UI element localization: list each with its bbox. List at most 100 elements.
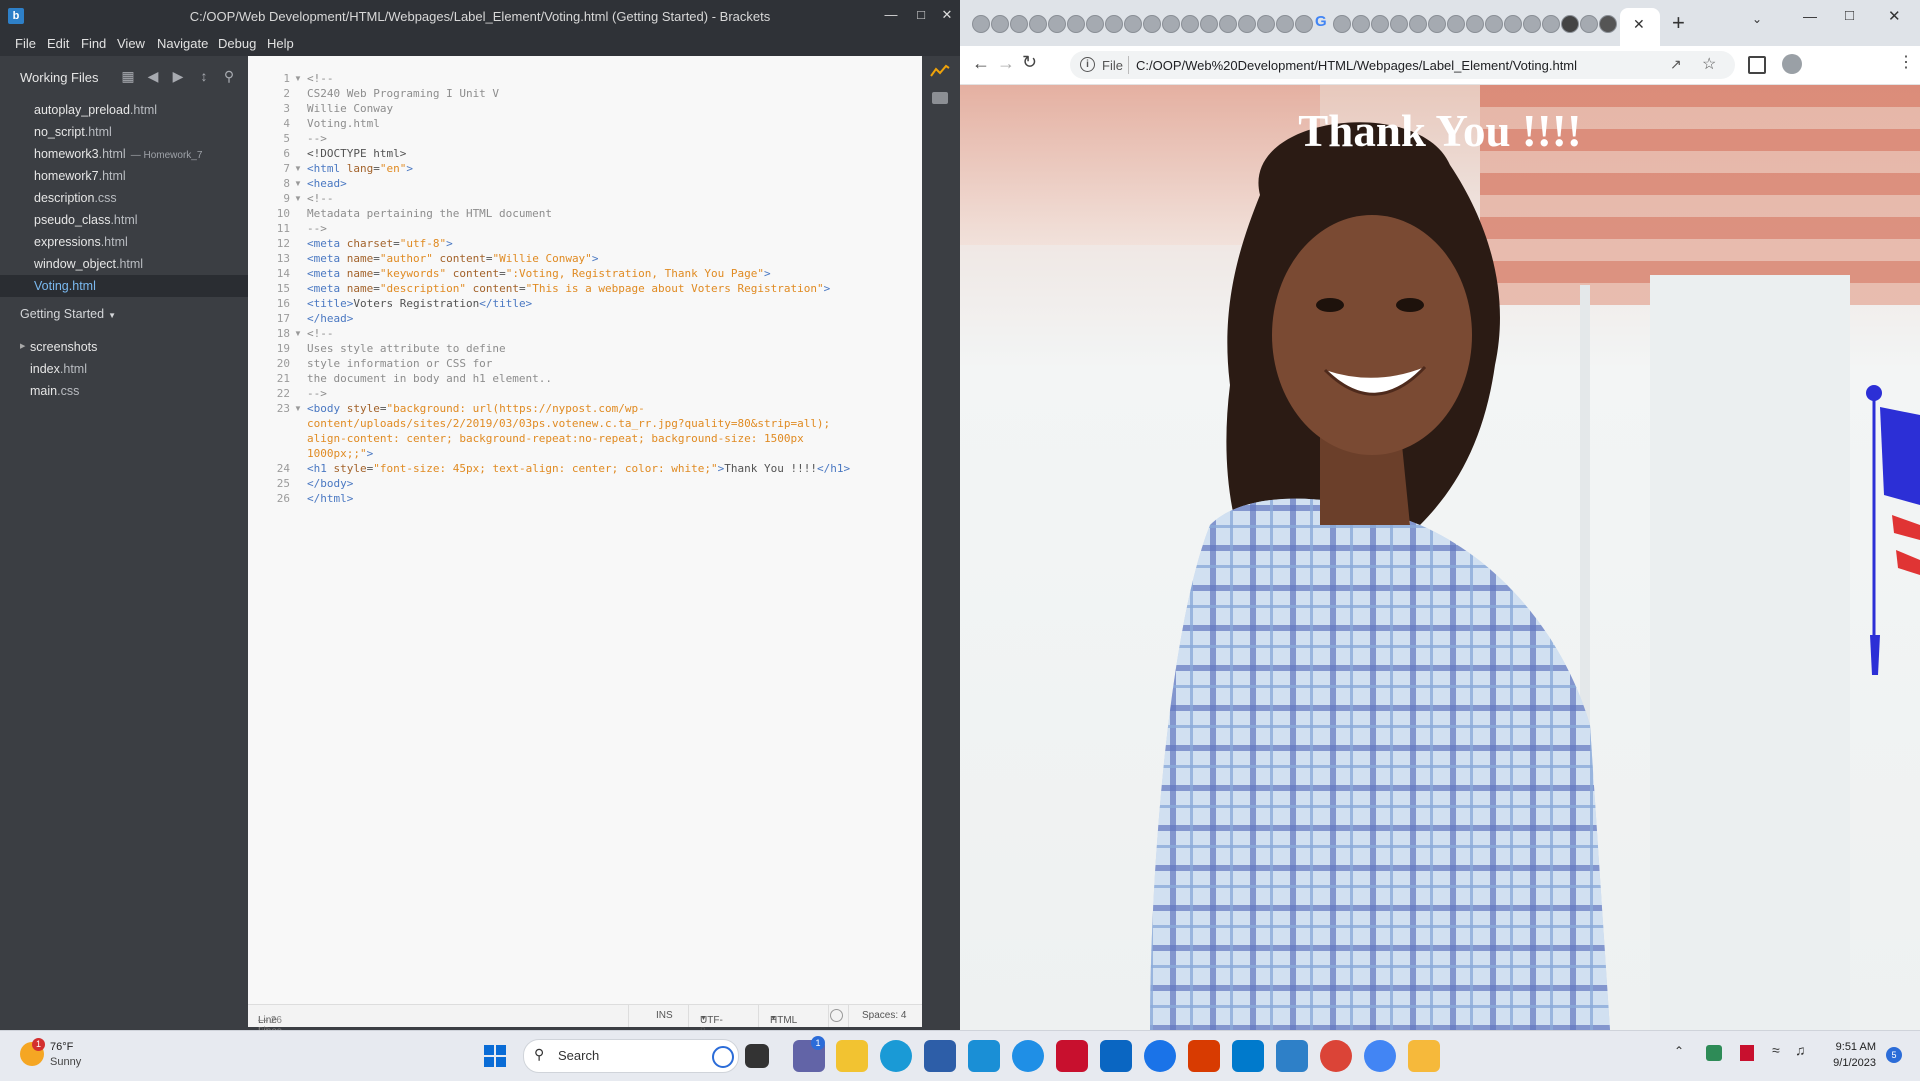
weather-temp[interactable]: 76°F [50,1041,73,1053]
menu-edit[interactable]: Edit [47,36,69,51]
back-icon[interactable]: ← [972,53,990,74]
mcafee-tray-icon[interactable] [1740,1045,1754,1061]
tab-favicon[interactable] [1143,15,1161,33]
fold-arrow-icon[interactable]: ▼ [294,74,302,83]
side-panel-icon[interactable] [1748,56,1766,74]
weather-desc[interactable]: Sunny [50,1056,81,1068]
notification-badge[interactable]: 5 [1886,1047,1902,1063]
help-icon[interactable] [1012,1040,1044,1072]
fold-arrow-icon[interactable]: ▼ [294,179,302,188]
new-tab-button[interactable]: + [1672,10,1685,36]
project-dropdown[interactable]: Getting Started ▼ [20,307,116,321]
tab-favicon[interactable] [1086,15,1104,33]
info-icon[interactable]: i [1080,57,1095,72]
acrobat-icon[interactable] [1188,1040,1220,1072]
forward-icon[interactable]: → [997,53,1015,74]
edge-icon[interactable] [880,1040,912,1072]
tab-favicon[interactable] [1447,15,1465,33]
tab-favicon[interactable] [1219,15,1237,33]
vscode-icon[interactable] [1232,1040,1264,1072]
tab-favicon[interactable] [991,15,1009,33]
tab-search-icon[interactable]: ⌄ [1752,12,1762,26]
bing-icon[interactable] [712,1046,734,1068]
working-file-item[interactable]: window_object.html [0,253,248,275]
tab-favicon[interactable] [1542,15,1560,33]
tab-close-icon[interactable]: ✕ [1633,16,1645,33]
tab-active[interactable]: ✕ [1620,8,1660,46]
nav-forward-icon[interactable]: ▶ [170,68,186,84]
insert-mode-toggle[interactable]: INS [656,1010,673,1021]
taskbar-search[interactable]: ⚲ Search [523,1039,739,1073]
tab-favicon[interactable] [1238,15,1256,33]
sort-icon[interactable]: ↕ [196,68,212,84]
menu-navigate[interactable]: Navigate [157,36,208,51]
tab-favicon[interactable] [1561,15,1579,33]
tab-favicon[interactable] [1504,15,1522,33]
working-file-item[interactable]: homework7.html [0,165,248,187]
tray-overflow-icon[interactable]: ⌃ [1674,1044,1684,1058]
wifi-icon[interactable]: ≈ [1772,1042,1780,1058]
mcafee-icon[interactable] [1056,1040,1088,1072]
working-file-item[interactable]: expressions.html [0,231,248,253]
google-tab-icon[interactable]: G [1315,13,1327,30]
store-icon[interactable] [924,1040,956,1072]
tab-favicon[interactable] [1029,15,1047,33]
close-icon[interactable]: ✕ [1888,7,1901,25]
tab-favicon[interactable] [1466,15,1484,33]
extension-manager-icon[interactable] [932,92,948,104]
tab-favicon[interactable] [972,15,990,33]
tab-favicon[interactable] [1428,15,1446,33]
weather-app-icon[interactable] [1408,1040,1440,1072]
tab-favicon[interactable] [1105,15,1123,33]
chrome-profile-icon[interactable] [1320,1040,1352,1072]
working-file-item[interactable]: homework3.html — Homework_7 [0,143,248,165]
defender-icon[interactable] [1706,1045,1722,1061]
working-file-item-active[interactable]: Voting.html [0,275,248,297]
tab-favicon[interactable] [1352,15,1370,33]
fold-arrow-icon[interactable]: ▼ [294,404,302,413]
menu-help[interactable]: Help [267,36,294,51]
tab-favicon[interactable] [1409,15,1427,33]
tab-favicon[interactable] [1200,15,1218,33]
chrome-icon[interactable] [1364,1040,1396,1072]
working-file-item[interactable]: description.css [0,187,248,209]
tab-favicon[interactable] [1523,15,1541,33]
share-icon[interactable]: ↗ [1670,56,1682,73]
app-circle-icon[interactable] [1144,1040,1176,1072]
myhp-icon[interactable] [968,1040,1000,1072]
tab-favicon[interactable] [1181,15,1199,33]
tab-favicon[interactable] [1162,15,1180,33]
split-view-icon[interactable]: ▦ [120,68,136,84]
tab-favicon[interactable] [1276,15,1294,33]
working-file-item[interactable]: pseudo_class.html [0,209,248,231]
linter-status-icon[interactable] [830,1009,843,1022]
url-text[interactable]: C:/OOP/Web%20Development/HTML/Webpages/L… [1136,58,1577,73]
reload-icon[interactable]: ↻ [1022,52,1037,73]
fold-arrow-icon[interactable]: ▼ [294,194,302,203]
linkedin-icon[interactable] [1100,1040,1132,1072]
working-file-item[interactable]: autoplay_preload.html [0,99,248,121]
fold-arrow-icon[interactable]: ▼ [294,329,302,338]
tab-favicon[interactable] [1010,15,1028,33]
menu-debug[interactable]: Debug [218,36,256,51]
clock-date[interactable]: 9/1/2023 [1826,1057,1876,1069]
tab-favicon[interactable] [1048,15,1066,33]
project-file-item[interactable]: main.css [0,380,248,402]
tab-favicon[interactable] [1333,15,1351,33]
tab-favicon[interactable] [1599,15,1617,33]
indent-spaces[interactable]: Spaces: 4 [862,1010,906,1021]
bookmark-star-icon[interactable]: ☆ [1702,54,1716,74]
tab-favicon[interactable] [1390,15,1408,33]
minimize-icon[interactable]: — [880,4,902,26]
tab-favicon[interactable] [1257,15,1275,33]
tab-favicon[interactable] [1485,15,1503,33]
working-file-item[interactable]: no_script.html [0,121,248,143]
fold-arrow-icon[interactable]: ▼ [294,164,302,173]
maximize-icon[interactable]: □ [1845,7,1854,24]
search-icon[interactable]: ⚲ [221,68,237,84]
tab-favicon[interactable] [1295,15,1313,33]
close-icon[interactable]: ✕ [936,4,958,26]
project-folder-item[interactable]: ▶ screenshots [0,336,248,358]
profile-avatar-icon[interactable] [1782,54,1802,74]
task-view-icon[interactable] [745,1044,769,1068]
